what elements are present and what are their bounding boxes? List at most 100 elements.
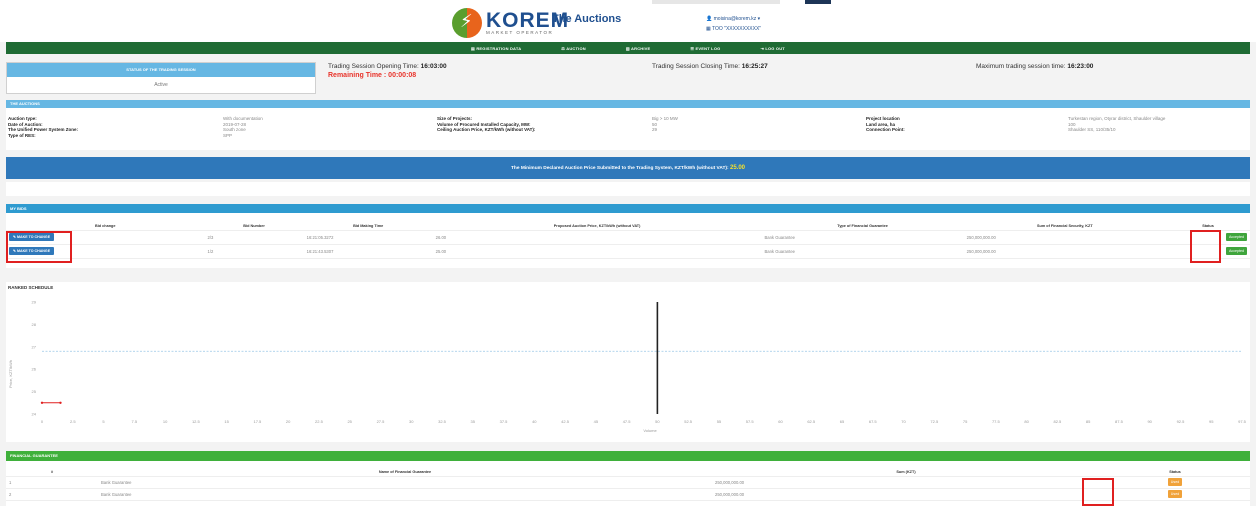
top-scroll-thumb[interactable] bbox=[805, 0, 831, 4]
bid-price: 26.00 bbox=[432, 230, 762, 245]
nav-log-out[interactable]: ⇥ LOG OUT bbox=[760, 46, 785, 51]
y-tick-label: 27 bbox=[32, 344, 37, 349]
financial-guarantee-header: FINANCIAL GUARANTEE bbox=[6, 451, 1250, 461]
spacer-panel bbox=[6, 182, 1250, 196]
x-tick-label: 15 bbox=[224, 419, 229, 424]
x-tick-label: 82.5 bbox=[1053, 419, 1062, 424]
auctions-panel: THE AUCTIONS Auction type: Date of Auctio… bbox=[6, 100, 1250, 150]
x-tick-label: 62.5 bbox=[807, 419, 816, 424]
col-status: Status bbox=[1100, 468, 1250, 477]
x-tick-label: 95 bbox=[1209, 419, 1214, 424]
bid-point bbox=[40, 401, 44, 404]
nav-registration-data[interactable]: ▤ REGISTRATION DATA bbox=[471, 46, 521, 51]
x-tick-label: 22.5 bbox=[315, 419, 324, 424]
x-tick-label: 97.5 bbox=[1238, 419, 1247, 424]
x-tick-label: 65 bbox=[840, 419, 845, 424]
x-tick-label: 85 bbox=[1086, 419, 1091, 424]
auctions-col2-labels: Size of Projects: Volume of Procured Inst… bbox=[437, 116, 536, 132]
x-tick-label: 77.5 bbox=[992, 419, 1001, 424]
status-badge: Accepted bbox=[1226, 233, 1247, 241]
x-tick-label: 80 bbox=[1024, 419, 1029, 424]
financial-guarantee-table: # Name of Financial Guarantee Sum (KZT) … bbox=[6, 468, 1250, 501]
my-bids-table: Bid change Bid Number Bid Making Time Pr… bbox=[6, 222, 1250, 259]
min-price-banner: The Minimum Declared Auction Price Submi… bbox=[6, 157, 1250, 179]
x-tick-label: 40 bbox=[532, 419, 537, 424]
x-tick-label: 45 bbox=[594, 419, 599, 424]
auctions-col3-labels: Project location Land area, ha Connection … bbox=[866, 116, 905, 132]
user-menu[interactable]: 👤 moisina@korem.kz ▾ ▦ TOO "XXXXXXXXXX" bbox=[706, 14, 761, 34]
x-tick-label: 42.5 bbox=[561, 419, 570, 424]
building-icon: ▦ bbox=[706, 26, 711, 32]
x-tick-label: 10 bbox=[163, 419, 168, 424]
col-bid-number: Bid Number bbox=[204, 222, 304, 231]
y-axis-label: Price, KZT/kWh bbox=[8, 360, 13, 388]
guarantee-index: 1 bbox=[6, 476, 98, 489]
ranked-schedule-panel: RANKED SCHEDULE 24 25 26 27 28 29 0 2.5 5 7.5 10 12… bbox=[6, 282, 1250, 442]
bid-time: 16:21:05.3272 bbox=[303, 230, 433, 245]
bid-sum: 250,000,000.00 bbox=[963, 230, 1167, 245]
max-session-time: Maximum trading session time: 16:23:00 bbox=[976, 63, 1094, 70]
col-guarantee-name: Name of Financial Guarantee bbox=[98, 468, 712, 477]
guarantee-name: Bank Guarantee bbox=[98, 476, 712, 489]
y-tick-label: 29 bbox=[32, 300, 37, 305]
col-security-sum: Sum of Financial Security, KZT bbox=[963, 222, 1167, 231]
status-badge: Used bbox=[1167, 478, 1183, 486]
auctions-col1-labels: Auction type: Date of Auction: The Unified… bbox=[8, 116, 79, 138]
bid-sum: 250,000,000.00 bbox=[963, 244, 1167, 259]
x-tick-label: 70 bbox=[901, 419, 906, 424]
x-tick-label: 75 bbox=[963, 419, 968, 424]
opening-time: Trading Session Opening Time: 16:03:00 bbox=[328, 63, 447, 70]
status-badge: Accepted bbox=[1226, 247, 1247, 255]
guarantee-name: Bank Guarantee bbox=[98, 488, 712, 501]
bid-number: 1/2 bbox=[204, 244, 304, 259]
remaining-time: Remaining Time : 00:00:08 bbox=[328, 72, 417, 79]
top-scroll-track bbox=[652, 0, 780, 4]
x-tick-label: 72.5 bbox=[930, 419, 939, 424]
page-header bbox=[0, 0, 1256, 42]
bid-point bbox=[59, 401, 62, 404]
highlight-box bbox=[6, 231, 72, 263]
auctions-col2-values: Big > 10 MW 50 29 bbox=[652, 116, 678, 132]
x-tick-label: 0 bbox=[41, 419, 44, 424]
bid-time: 16:21:43.5307 bbox=[303, 244, 433, 259]
guarantee-sum: 250,000,000.00 bbox=[712, 488, 1100, 501]
trading-status-value: Active bbox=[154, 82, 168, 88]
x-tick-label: 55 bbox=[717, 419, 722, 424]
x-tick-label: 5 bbox=[102, 419, 105, 424]
y-tick-label: 24 bbox=[32, 412, 37, 417]
guarantee-row: 1 Bank Guarantee 250,000,000.00 Used bbox=[6, 476, 1250, 489]
col-bid-time: Bid Making Time bbox=[303, 222, 433, 231]
x-tick-label: 7.5 bbox=[132, 419, 138, 424]
auctions-header: THE AUCTIONS bbox=[6, 100, 1250, 108]
x-tick-label: 20 bbox=[286, 419, 291, 424]
trading-status-box: STATUS OF THE TRADING SESSION Active bbox=[6, 62, 316, 94]
nav-auction[interactable]: ⚖ AUCTION bbox=[561, 46, 586, 51]
nav-archive[interactable]: ▥ ARCHIVE bbox=[626, 46, 651, 51]
ranked-schedule-chart: 2425262728290 2.5 5 7.5 10 12.5 15 17.5 20 22.5 25… bbox=[8, 300, 1247, 434]
bid-guarantee: Bank Guarantee bbox=[761, 244, 964, 259]
user-icon: 👤 bbox=[706, 16, 713, 22]
auctions-col1-values: With documentation 2019-07-28 South zone SP… bbox=[223, 116, 263, 138]
y-tick-label: 25 bbox=[32, 389, 37, 394]
x-axis-label: Volume bbox=[643, 428, 657, 433]
y-tick-label: 28 bbox=[32, 322, 37, 327]
bid-row: ✎ MAKE TO CHANGE 1/2 16:21:43.5307 25.00… bbox=[6, 244, 1250, 259]
lightning-logo-icon bbox=[452, 8, 482, 38]
x-tick-label: 25 bbox=[347, 419, 352, 424]
guarantee-index: 2 bbox=[6, 488, 98, 501]
user-email[interactable]: moisina@korem.kz ▾ bbox=[714, 16, 760, 22]
x-tick-label: 50 bbox=[655, 419, 660, 424]
col-bid-change: Bid change bbox=[6, 222, 205, 231]
col-index: # bbox=[6, 468, 98, 477]
col-guarantee-type: Type of Financial Guarantee bbox=[761, 222, 964, 231]
main-nav: ▤ REGISTRATION DATA ⚖ AUCTION ▥ ARCHIVE … bbox=[6, 42, 1250, 54]
guarantee-row: 2 Bank Guarantee 250,000,000.00 Used bbox=[6, 488, 1250, 501]
x-tick-label: 17.5 bbox=[253, 419, 262, 424]
my-bids-header: MY BIDS bbox=[6, 204, 1250, 213]
user-org: TOO "XXXXXXXXXX" bbox=[712, 26, 762, 32]
status-badge: Used bbox=[1167, 490, 1183, 498]
bid-guarantee: Bank Guarantee bbox=[761, 230, 964, 245]
closing-time: Trading Session Closing Time: 16:25:27 bbox=[652, 63, 768, 70]
nav-event-log[interactable]: ☰ EVENT LOG bbox=[690, 46, 720, 51]
x-tick-label: 87.5 bbox=[1115, 419, 1124, 424]
